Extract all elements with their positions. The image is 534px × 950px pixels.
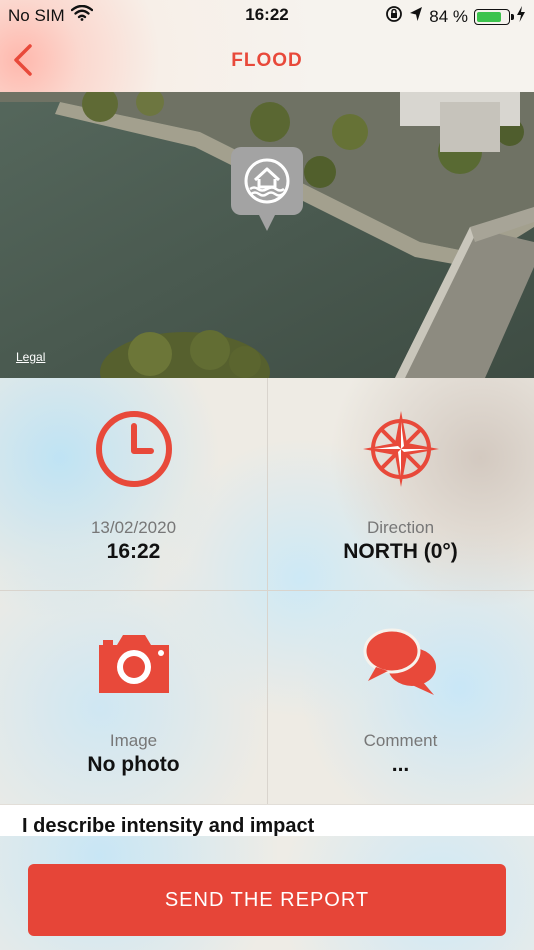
image-value: No photo: [87, 753, 180, 776]
status-bar: No SIM 16:22 84 %: [0, 0, 534, 30]
speech-bubbles-icon: [363, 628, 436, 695]
top-bar: No SIM 16:22 84 % FLOOD: [0, 0, 534, 92]
image-label: Image: [109, 731, 158, 750]
location-arrow-icon: [409, 6, 423, 27]
image-tile[interactable]: Image No photo: [0, 591, 267, 804]
describe-intensity-row[interactable]: I describe intensity and impact: [0, 804, 534, 837]
clock-icon: [95, 411, 172, 487]
satellite-map: [0, 92, 534, 378]
comment-tile[interactable]: Comment ...: [267, 591, 534, 804]
send-report-button[interactable]: SEND THE REPORT: [28, 864, 506, 936]
horizontal-divider: [0, 590, 534, 591]
direction-value: NORTH (0°): [343, 540, 458, 563]
date-time-tile[interactable]: 13/02/2020 16:22: [0, 378, 267, 591]
map-view[interactable]: Legal: [0, 92, 534, 378]
report-location-pin[interactable]: [231, 147, 303, 233]
bottom-bar: SEND THE REPORT: [0, 836, 534, 950]
map-legal-link[interactable]: Legal: [16, 350, 45, 364]
describe-intensity-label: I describe intensity and impact: [22, 815, 315, 837]
camera-icon: [98, 635, 169, 693]
compass-rose-icon: [362, 411, 439, 487]
battery-percent: 84 %: [429, 6, 468, 26]
battery-icon: [474, 8, 514, 25]
page-title: FLOOD: [231, 50, 303, 71]
vertical-divider: [267, 378, 268, 804]
comment-label: Comment: [363, 731, 438, 750]
nav-bar: FLOOD: [0, 30, 534, 92]
direction-tile[interactable]: Direction NORTH (0°): [267, 378, 534, 591]
rotation-lock-icon: [385, 5, 403, 28]
date-label: 13/02/2020: [90, 518, 177, 537]
comment-value: ...: [391, 753, 410, 776]
report-details-grid: 13/02/2020 16:22 Direction NORTH (0°) Im…: [0, 378, 534, 804]
time-value: 16:22: [106, 540, 161, 563]
direction-label: Direction: [366, 518, 435, 537]
charging-bolt-icon: [516, 6, 526, 27]
